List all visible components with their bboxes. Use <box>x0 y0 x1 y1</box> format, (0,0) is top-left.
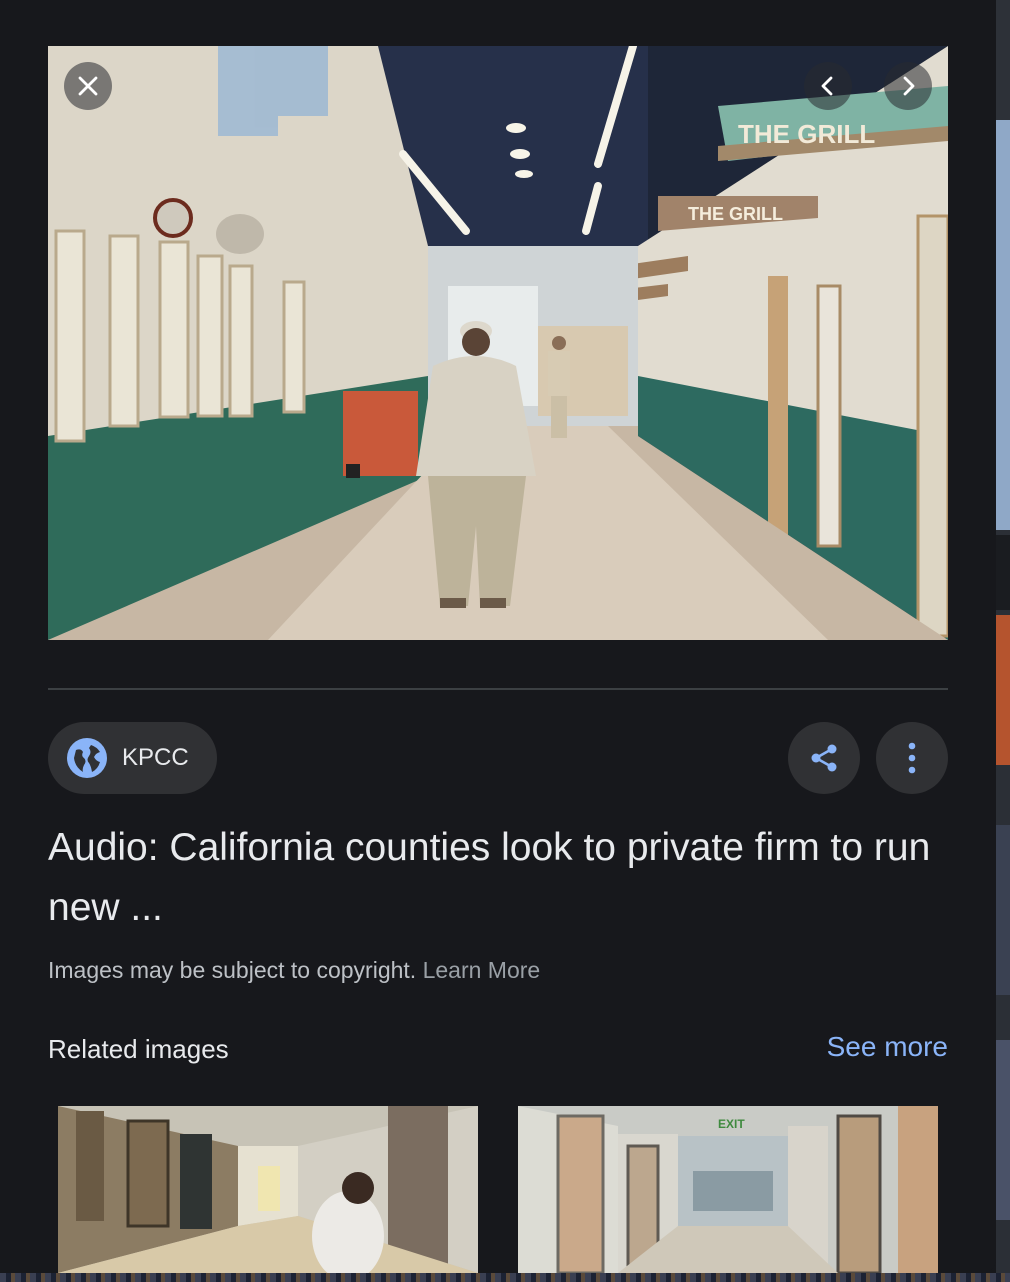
more-options-button[interactable] <box>876 722 948 794</box>
next-image-button[interactable] <box>884 62 932 110</box>
image-title[interactable]: Audio: California counties look to priva… <box>48 818 948 938</box>
background-page-strip-bottom <box>0 1273 1010 1282</box>
chevron-right-icon <box>903 76 915 96</box>
close-button[interactable] <box>64 62 112 110</box>
sign-the-grill-2: THE GRILL <box>688 204 783 224</box>
background-page-strip <box>996 0 1010 1282</box>
related-image-thumbnail[interactable]: EXIT <box>518 1106 938 1273</box>
image-viewer-panel: THE GRILL THE GRILL KPCC Audio: Californ… <box>0 0 996 1273</box>
source-chip[interactable]: KPCC <box>48 722 217 794</box>
exit-sign: EXIT <box>718 1117 745 1131</box>
learn-more-link[interactable]: Learn More <box>423 957 541 983</box>
related-images-heading: Related images <box>48 1034 229 1064</box>
see-more-link[interactable]: See more <box>827 1030 948 1064</box>
copyright-text: Images may be subject to copyright. <box>48 957 417 983</box>
previous-image-button[interactable] <box>804 62 852 110</box>
main-image[interactable]: THE GRILL THE GRILL <box>48 46 948 640</box>
sign-the-grill-1: THE GRILL <box>738 119 875 149</box>
source-name: KPCC <box>122 744 189 771</box>
globe-icon <box>67 738 107 778</box>
close-icon <box>78 76 98 96</box>
related-image-thumbnail[interactable] <box>58 1106 478 1273</box>
chevron-left-icon <box>821 76 833 96</box>
more-vert-icon <box>908 742 916 774</box>
share-button[interactable] <box>788 722 860 794</box>
divider <box>48 688 948 690</box>
share-icon <box>811 744 837 772</box>
copyright-notice: Images may be subject to copyright. Lear… <box>48 955 540 985</box>
